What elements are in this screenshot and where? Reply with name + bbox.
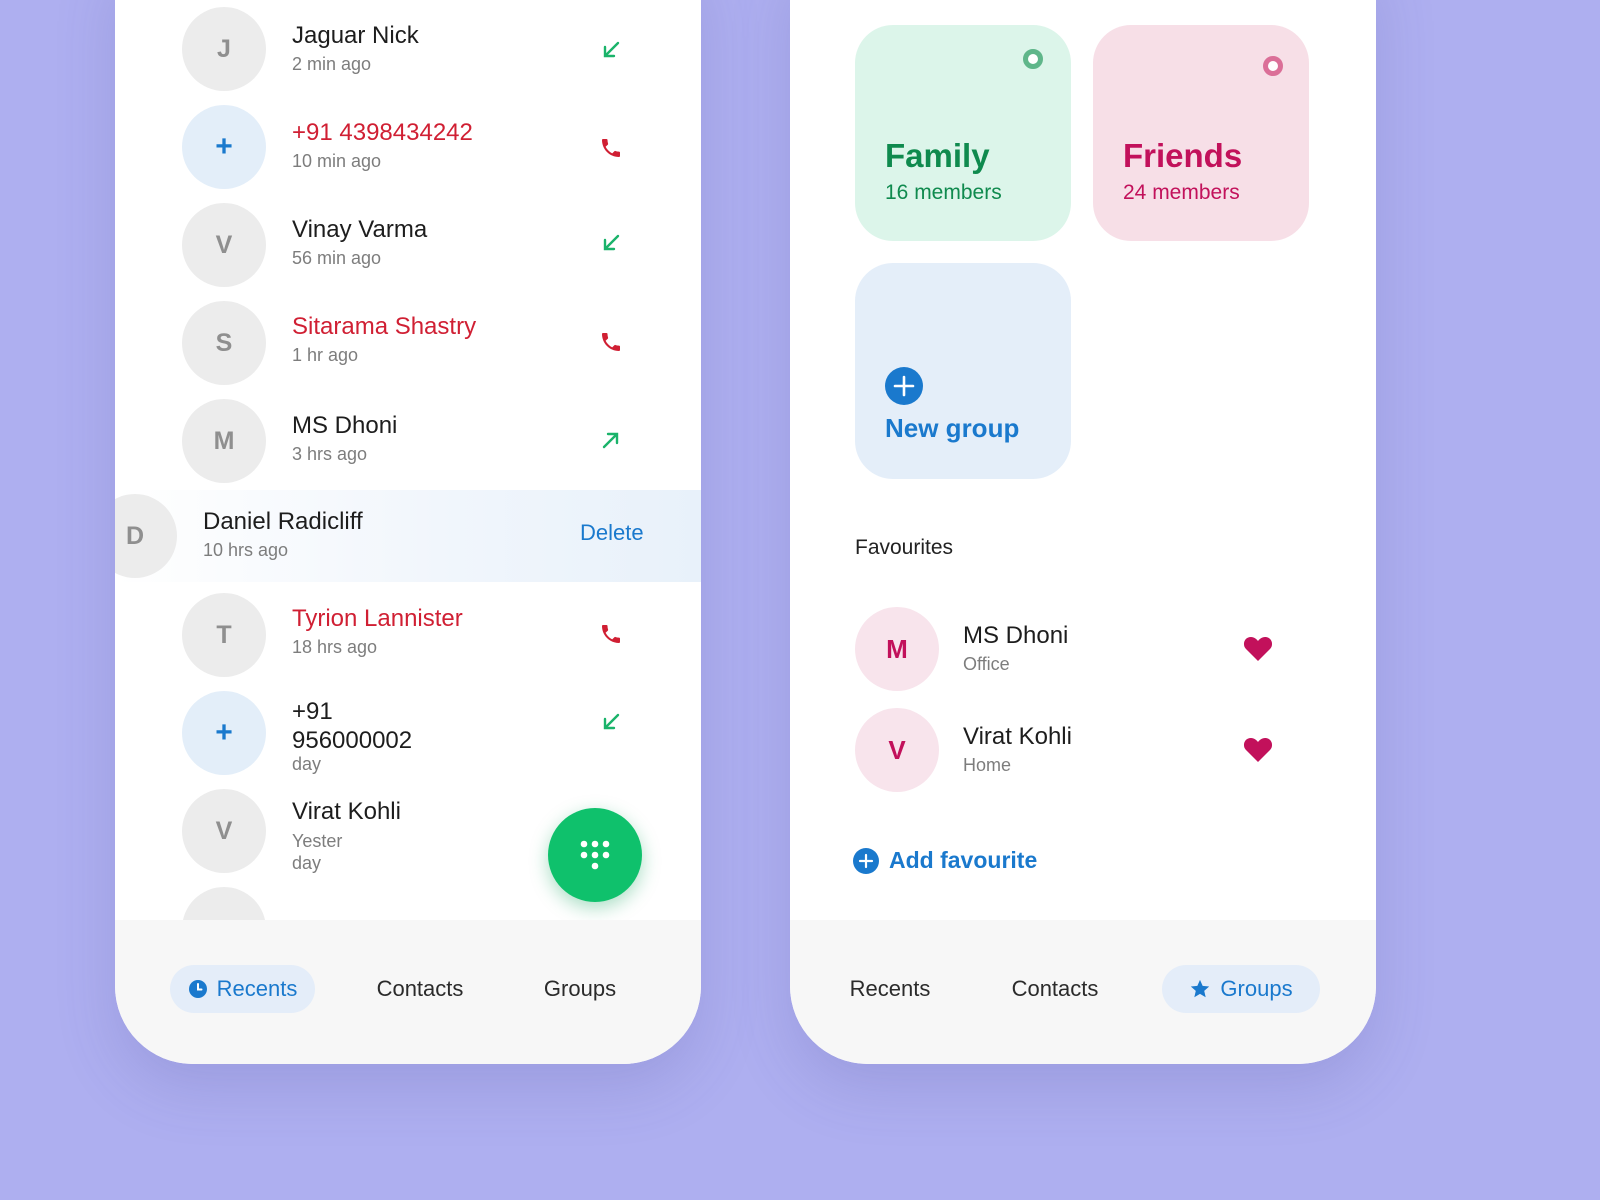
incoming-call-icon[interactable] [598,37,624,63]
favourite-name: MS Dhoni [963,622,1069,649]
missed-call-icon[interactable] [598,621,624,647]
call-row[interactable]: M MS Dhoni 3 hrs ago [115,392,701,490]
missed-call-icon[interactable] [598,135,624,161]
heart-icon[interactable] [1243,634,1273,662]
call-row[interactable]: T Tyrion Lannister 18 hrs ago [115,586,701,684]
add-circle-icon [853,847,879,874]
call-time: 10 hrs ago [203,540,289,560]
avatar: S [182,301,266,385]
star-icon [1189,978,1211,1000]
call-row[interactable]: J Jaguar Nick 2 min ago [115,0,701,98]
caller-name: MS Dhoni [292,412,398,439]
avatar: + [182,691,266,775]
nav-groups[interactable]: Groups [1162,965,1320,1013]
group-title: New group [885,413,1020,443]
nav-label: Contacts [376,976,464,1001]
nav-recents[interactable]: Recents [170,965,315,1013]
caller-name: Sitarama Shastry [292,313,477,340]
nav-contacts[interactable]: Contacts [360,965,480,1013]
nav-label: Recents [216,976,298,1001]
call-row[interactable]: + +91 956000002 day [115,684,701,782]
call-time: 3 hrs ago [292,444,368,464]
caller-number-line1: +91 [292,698,333,725]
dialpad-button[interactable] [548,808,642,902]
call-time: 1 hr ago [292,345,359,365]
avatar: M [855,607,939,691]
bottom-nav: Recents Contacts Groups [790,920,1376,1064]
avatar: J [182,7,266,91]
call-time-line2: day [292,853,322,873]
favourite-label: Home [963,755,1012,775]
delete-button[interactable]: Delete [580,520,644,546]
group-card-family[interactable]: Family 16 members [855,25,1071,241]
avatar: V [855,708,939,792]
groups-screen: Family 16 members Friends 24 members New… [790,0,1376,1064]
heart-icon[interactable] [1243,735,1273,763]
call-time: 10 min ago [292,151,382,171]
call-row[interactable]: S Sitarama Shastry 1 hr ago [115,294,701,392]
avatar: V [182,789,266,873]
group-title: Family [885,137,990,174]
call-row[interactable]: V Vinay Varma 56 min ago [115,196,701,294]
avatar: D [115,494,177,578]
new-group-card[interactable]: New group [855,263,1071,479]
incoming-call-icon[interactable] [598,230,624,256]
nav-recents[interactable]: Recents [835,965,945,1013]
nav-groups[interactable]: Groups [525,965,635,1013]
call-time: 56 min ago [292,248,382,268]
clock-icon [188,979,208,999]
caller-name: Virat Kohli [292,798,401,825]
call-time: 2 min ago [292,54,372,74]
bottom-nav: Recents Contacts Groups [115,920,701,1064]
favourites-heading: Favourites [855,536,954,559]
dialpad-icon [580,840,610,870]
group-members: 16 members [885,181,1002,204]
caller-name: Vinay Varma [292,216,428,243]
missed-call-icon[interactable] [598,329,624,355]
avatar: V [182,203,266,287]
nav-contacts[interactable]: Contacts [995,965,1115,1013]
call-time-line1: Yester [292,831,343,851]
group-members: 24 members [1123,181,1240,204]
avatar: T [182,593,266,677]
call-time: 18 hrs ago [292,637,378,657]
nav-label: Groups [1220,976,1293,1001]
call-row[interactable]: + +91 4398434242 10 min ago [115,98,701,196]
add-circle-icon [885,367,923,410]
incoming-call-icon[interactable] [598,709,624,735]
call-time: day [292,754,322,774]
nav-label: Groups [543,976,617,1001]
favourite-label: Office [963,654,1010,674]
avatar: + [182,105,266,189]
call-row-swiped[interactable]: D Daniel Radicliff 10 hrs ago Delete [115,490,701,582]
caller-name: +91 4398434242 [292,119,473,146]
recents-screen: J Jaguar Nick 2 min ago + +91 4398434242… [115,0,701,1064]
nav-label: Recents [849,976,931,1001]
caller-number-line2: 956000002 [292,727,413,754]
nav-label: Contacts [1011,976,1099,1001]
add-favourite-label: Add favourite [889,847,1038,873]
group-card-friends[interactable]: Friends 24 members [1093,25,1309,241]
avatar [182,887,266,920]
favourite-name: Virat Kohli [963,723,1072,750]
outgoing-call-icon[interactable] [598,427,624,453]
caller-name: Tyrion Lannister [292,605,463,632]
caller-name: Jaguar Nick [292,22,419,49]
add-favourite-button[interactable]: Add favourite [853,847,1037,874]
status-dot [1023,49,1043,69]
status-dot [1263,56,1283,76]
avatar: M [182,399,266,483]
group-title: Friends [1123,137,1243,174]
caller-name: Daniel Radicliff [203,508,363,535]
